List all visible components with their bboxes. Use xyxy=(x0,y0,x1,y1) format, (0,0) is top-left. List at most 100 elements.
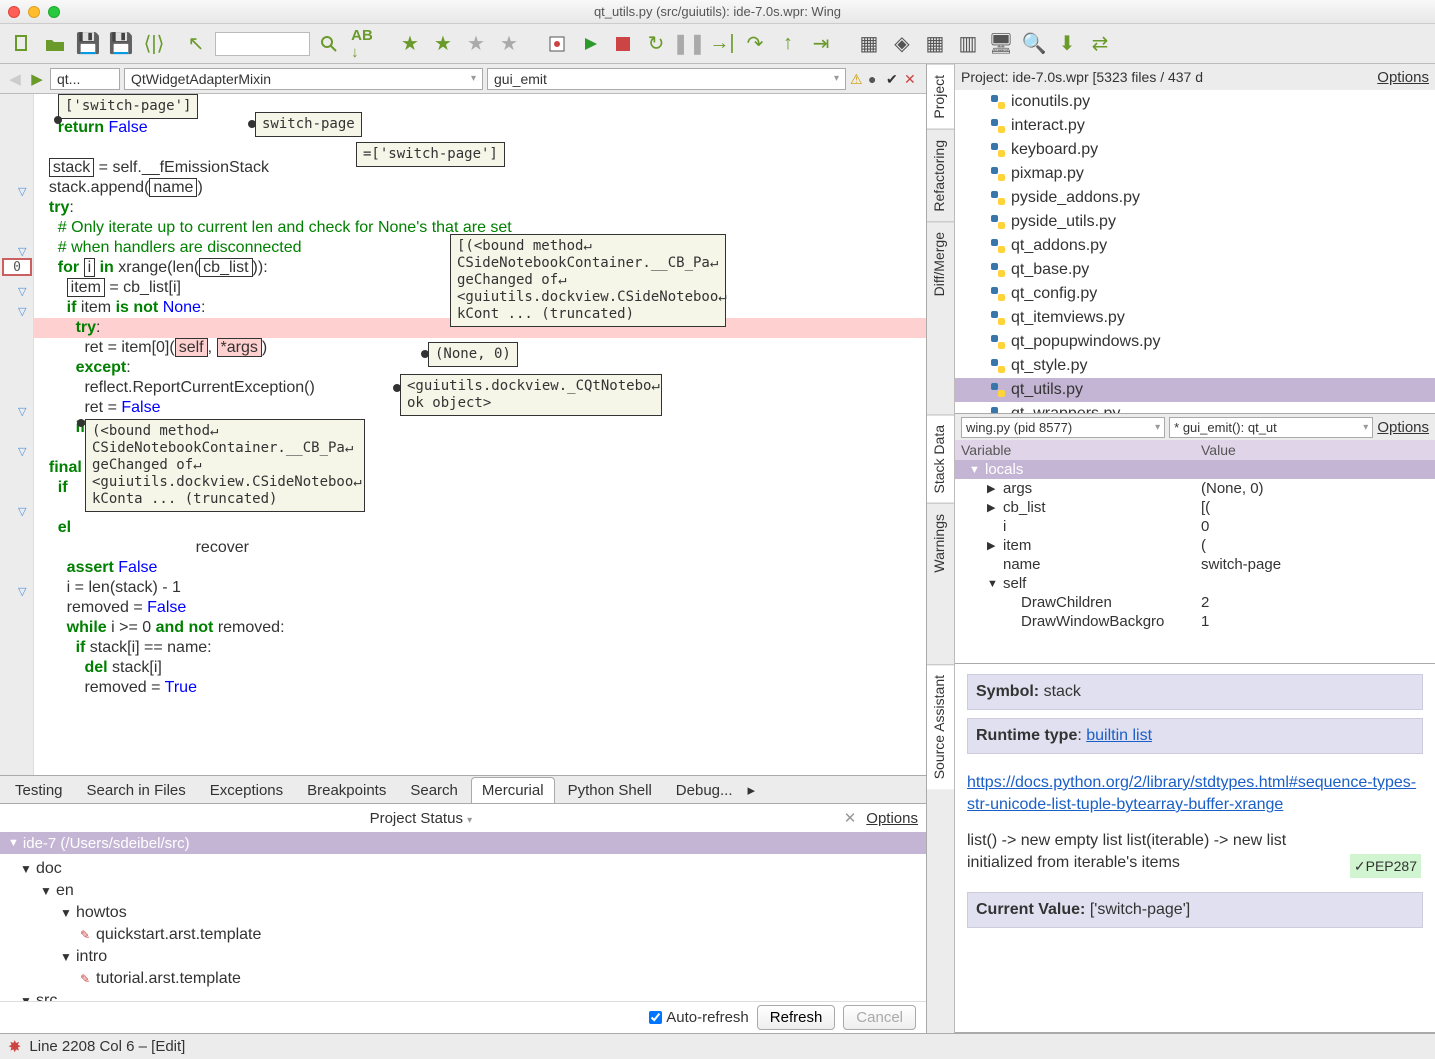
tab-debug[interactable]: Debug... xyxy=(665,777,744,803)
tab-search[interactable]: Search xyxy=(399,777,469,803)
file-selector[interactable]: qt... xyxy=(50,68,120,90)
tab-overflow-icon[interactable]: ▸ xyxy=(748,781,756,799)
cancel-button[interactable]: Cancel xyxy=(843,1005,916,1030)
close-panel-icon[interactable]: ✕ xyxy=(844,809,857,827)
vtab-project[interactable]: Project xyxy=(927,64,954,129)
pin-icon[interactable]: ✔ xyxy=(886,71,902,87)
hg-tree-node[interactable]: ▼src xyxy=(8,990,918,1001)
search-go-icon[interactable] xyxy=(315,30,343,58)
nav-forward-icon[interactable]: ▶ xyxy=(28,70,46,88)
debug-restart-icon[interactable]: ↻ xyxy=(642,30,670,58)
project-file-row[interactable]: qt_style.py xyxy=(955,354,1435,378)
variable-row[interactable]: ▶item( xyxy=(955,536,1435,555)
layout-4-icon[interactable]: ▥ xyxy=(954,30,982,58)
hg-tree-node[interactable]: ▼en xyxy=(8,880,918,902)
project-file-row[interactable]: pyside_utils.py xyxy=(955,210,1435,234)
variable-row[interactable]: nameswitch-page xyxy=(955,555,1435,574)
vtab-source-assistant[interactable]: Source Assistant xyxy=(927,664,954,789)
download-icon[interactable]: ⬇ xyxy=(1053,30,1081,58)
vtab-diffmerge[interactable]: Diff/Merge xyxy=(927,221,954,306)
bookmark-add-icon[interactable]: ★ xyxy=(429,30,457,58)
bookmark-next-icon[interactable]: ★ xyxy=(495,30,523,58)
project-file-row[interactable]: keyboard.py xyxy=(955,138,1435,162)
bookmark-star-icon[interactable]: ★ xyxy=(396,30,424,58)
layout-1-icon[interactable]: ▦ xyxy=(855,30,883,58)
project-file-list[interactable]: iconutils.pyinteract.pykeyboard.pypixmap… xyxy=(955,90,1435,413)
variable-row[interactable]: ▶cb_list[( xyxy=(955,498,1435,517)
doc-url-link[interactable]: https://docs.python.org/2/library/stdtyp… xyxy=(967,774,1416,813)
replace-icon[interactable]: AB↓ xyxy=(348,30,376,58)
layout-2-icon[interactable]: ◈ xyxy=(888,30,916,58)
toolbar-search-input[interactable] xyxy=(215,32,310,56)
process-selector[interactable]: wing.py (pid 8577)▾ xyxy=(961,417,1165,438)
debug-play-icon[interactable] xyxy=(576,30,604,58)
project-file-row[interactable]: qt_wrappers.py xyxy=(955,402,1435,413)
goto-icon[interactable]: ↖ xyxy=(182,30,210,58)
panel-options-link[interactable]: Options xyxy=(866,810,918,827)
project-options-link[interactable]: Options xyxy=(1377,69,1429,86)
run-to-cursor-icon[interactable]: ⇥ xyxy=(807,30,835,58)
vtab-refactoring[interactable]: Refactoring xyxy=(927,129,954,222)
tab-breakpoints[interactable]: Breakpoints xyxy=(296,777,397,803)
project-file-row[interactable]: interact.py xyxy=(955,114,1435,138)
project-file-row[interactable]: qt_base.py xyxy=(955,258,1435,282)
code-editor[interactable]: ▽ ▽ ▽ ▽ ▽ ▽ ▽ ▽ 0 return False stack = s… xyxy=(0,94,926,775)
fold-icon[interactable]: ▽ xyxy=(18,182,26,202)
tab-mercurial[interactable]: Mercurial xyxy=(471,777,555,803)
tab-python-shell[interactable]: Python Shell xyxy=(557,777,663,803)
project-file-row[interactable]: qt_utils.py xyxy=(955,378,1435,402)
tab-search-in-files[interactable]: Search in Files xyxy=(76,777,197,803)
project-file-row[interactable]: pixmap.py xyxy=(955,162,1435,186)
fold-icon[interactable]: ▽ xyxy=(18,442,26,462)
zoom-icon[interactable]: 🔍 xyxy=(1020,30,1048,58)
variable-row[interactable]: ▼self xyxy=(955,574,1435,593)
fold-icon[interactable]: ▽ xyxy=(18,402,26,422)
project-file-row[interactable]: iconutils.py xyxy=(955,90,1435,114)
variable-row[interactable]: DrawChildren2 xyxy=(955,593,1435,612)
fold-icon[interactable]: ▽ xyxy=(18,582,26,602)
project-file-row[interactable]: pyside_addons.py xyxy=(955,186,1435,210)
variable-row[interactable]: ▶args(None, 0) xyxy=(955,479,1435,498)
monitor-icon[interactable]: 🖥 xyxy=(987,30,1015,58)
frame-selector[interactable]: * gui_emit(): qt_ut▾ xyxy=(1169,417,1373,438)
repo-header[interactable]: ▼ide-7 (/Users/sdeibel/src) xyxy=(0,832,926,854)
warning-icon[interactable]: ⚠ xyxy=(850,71,866,87)
fold-icon[interactable]: ▽ xyxy=(18,502,26,522)
close-editor-icon[interactable]: ✕ xyxy=(904,71,920,87)
vtab-stackdata[interactable]: Stack Data xyxy=(927,414,954,503)
layout-3-icon[interactable]: ▦ xyxy=(921,30,949,58)
hg-tree-node[interactable]: ✎tutorial.arst.template xyxy=(8,968,918,990)
nav-back-icon[interactable]: ◀ xyxy=(6,70,24,88)
fold-icon[interactable]: ▽ xyxy=(18,302,26,322)
project-file-row[interactable]: qt_config.py xyxy=(955,282,1435,306)
variables-table[interactable]: VariableValue ▼locals▶args(None, 0)▶cb_l… xyxy=(955,440,1435,663)
hg-tree-node[interactable]: ▼doc xyxy=(8,858,918,880)
step-over-icon[interactable]: ↷ xyxy=(741,30,769,58)
function-selector[interactable]: gui_emit▾ xyxy=(487,68,846,90)
save-all-icon[interactable]: 💾 xyxy=(107,30,135,58)
fold-icon[interactable]: ▽ xyxy=(18,282,26,302)
tab-exceptions[interactable]: Exceptions xyxy=(199,777,294,803)
stack-options-link[interactable]: Options xyxy=(1377,419,1429,436)
vtab-warnings[interactable]: Warnings xyxy=(927,503,954,583)
variable-row[interactable]: ▼locals xyxy=(955,460,1435,479)
bookmark-prev-icon[interactable]: ★ xyxy=(462,30,490,58)
variable-row[interactable]: i0 xyxy=(955,517,1435,536)
breakpoint-icon[interactable] xyxy=(543,30,571,58)
runtime-type-link[interactable]: builtin list xyxy=(1086,727,1152,744)
step-into-icon[interactable]: →| xyxy=(708,30,736,58)
hg-file-tree[interactable]: ▼doc▼en▼howtos✎quickstart.arst.template▼… xyxy=(0,854,926,1001)
project-file-row[interactable]: qt_addons.py xyxy=(955,234,1435,258)
debug-stop-icon[interactable] xyxy=(609,30,637,58)
sync-icon[interactable]: ⇄ xyxy=(1086,30,1114,58)
tab-testing[interactable]: Testing xyxy=(4,777,74,803)
hg-tree-node[interactable]: ▼howtos xyxy=(8,902,918,924)
hg-tree-node[interactable]: ▼intro xyxy=(8,946,918,968)
breakpoint-marker[interactable]: 0 xyxy=(2,258,32,276)
save-icon[interactable]: 💾 xyxy=(74,30,102,58)
project-file-row[interactable]: qt_itemviews.py xyxy=(955,306,1435,330)
hg-tree-node[interactable]: ✎quickstart.arst.template xyxy=(8,924,918,946)
open-folder-icon[interactable] xyxy=(41,30,69,58)
project-status-selector[interactable]: Project Status ▾ xyxy=(370,810,473,827)
bug-icon[interactable]: ✸ xyxy=(8,1037,21,1057)
